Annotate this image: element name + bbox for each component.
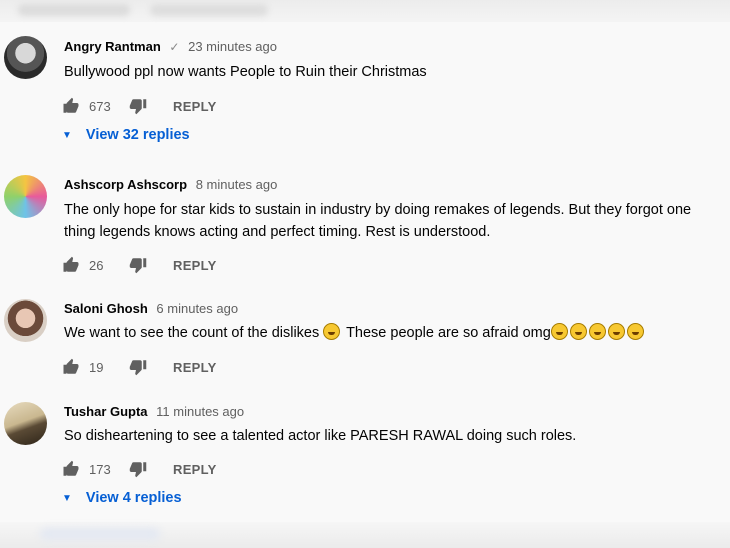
comment-text: The only hope for star kids to sustain i… [64,202,692,240]
comment-text: We want to see the count of the dislikes… [64,322,726,344]
comment-time[interactable]: 6 minutes ago [156,301,238,316]
laughing-emoji-icon [626,323,644,340]
blurred-text [18,4,130,16]
avatar[interactable] [4,36,47,79]
thumbs-up-icon[interactable] [62,256,80,274]
thumbs-down-icon[interactable] [129,256,147,274]
blurred-footer [0,522,730,548]
reply-button[interactable]: REPLY [173,258,217,273]
avatar[interactable] [4,299,47,342]
comment-text-part: These people are so afraid omg [346,325,551,341]
comment-actions: 26 REPLY [62,253,217,277]
comment-header: Saloni Ghosh 6 minutes ago [64,301,238,316]
comment-actions: 173 REPLY [62,457,217,481]
comment-header: Tushar Gupta 11 minutes ago [64,404,244,419]
avatar[interactable] [4,175,47,218]
caret-down-icon: ▼ [62,129,72,141]
thumbs-up-icon[interactable] [62,358,80,376]
thumbs-up-icon[interactable] [62,97,80,115]
blurred-text [40,528,160,540]
caret-down-icon: ▼ [62,492,72,504]
view-replies-button[interactable]: ▼ View 4 replies [62,487,182,509]
like-count: 26 [89,257,104,273]
laughing-emoji-icon [550,323,568,340]
author-name[interactable]: Saloni Ghosh [64,301,148,316]
view-replies-button[interactable]: ▼ View 32 replies [62,124,190,146]
comment-actions: 673 REPLY [62,94,217,118]
reply-button[interactable]: REPLY [173,360,217,375]
comment-text-part: We want to see the count of the dislikes [64,325,320,341]
comment-time[interactable]: 23 minutes ago [188,39,277,54]
comment-text: So disheartening to see a talented actor… [64,428,577,444]
comment-text: Bullywood ppl now wants People to Ruin t… [64,64,427,80]
like-count: 673 [89,98,111,114]
thumbs-down-icon[interactable] [129,97,147,115]
comment-time[interactable]: 8 minutes ago [196,177,278,192]
comment-actions: 19 REPLY [62,355,217,379]
blurred-text [150,4,268,16]
view-replies-label: View 4 replies [85,490,182,506]
reply-button[interactable]: REPLY [173,99,217,114]
thumbs-up-icon[interactable] [62,460,80,478]
laughing-emoji-icon [323,323,341,340]
thumbs-down-icon[interactable] [129,358,147,376]
laughing-emoji-icon [569,323,587,340]
laughing-emoji-icon [588,323,606,340]
checkmark-icon: ✓ [169,40,180,54]
author-name[interactable]: Angry Rantman [64,39,161,54]
like-count: 19 [89,359,104,375]
reply-button[interactable]: REPLY [173,462,217,477]
like-count: 173 [89,461,111,477]
avatar[interactable] [4,402,47,445]
comment-time[interactable]: 11 minutes ago [156,404,244,419]
blurred-header [0,0,730,22]
comment-header: Angry Rantman ✓ 23 minutes ago [64,39,277,54]
view-replies-label: View 32 replies [85,127,190,143]
comment-header: Ashscorp Ashscorp 8 minutes ago [64,177,277,192]
laughing-emoji-icon [607,323,625,340]
author-name[interactable]: Ashscorp Ashscorp [64,177,187,192]
author-name[interactable]: Tushar Gupta [64,404,148,419]
thumbs-down-icon[interactable] [129,460,147,478]
